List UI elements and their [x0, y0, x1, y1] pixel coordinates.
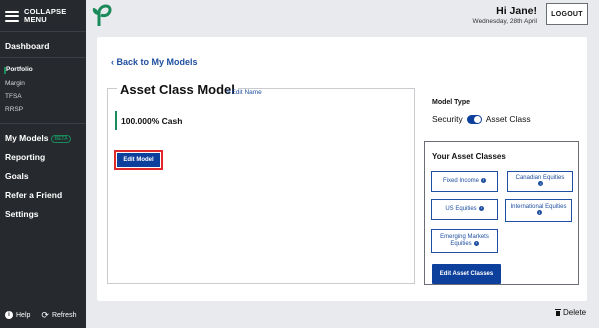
asset-class-label: Fixed Income — [442, 178, 479, 185]
asset-class-chip[interactable]: Emerging Markets Equities i — [431, 229, 498, 253]
allocation-label: 100.000% Cash — [121, 116, 183, 126]
delete-label: Delete — [563, 308, 587, 317]
toggle-label-asset-class: Asset Class — [485, 114, 531, 124]
sidebar-item-tfsa[interactable]: TFSA — [5, 93, 22, 100]
sidebar-item-reporting[interactable]: Reporting — [5, 152, 45, 162]
model-type-toggle[interactable] — [466, 114, 482, 124]
logout-button[interactable]: LOGOUT — [546, 3, 588, 25]
model-type-toggle-row: Security Asset Class — [432, 114, 531, 124]
sidebar-divider — [0, 57, 86, 58]
user-greeting: Hi Jane! Wednesday, 28th April — [473, 5, 537, 25]
hamburger-icon — [5, 10, 19, 22]
sidebar: COLLAPSE MENU Dashboard Portfolio Margin… — [0, 0, 86, 328]
back-to-models-link[interactable]: ‹ Back to My Models — [111, 57, 198, 67]
edit-name-label: Edit Name — [231, 89, 262, 96]
sidebar-item-goals[interactable]: Goals — [5, 171, 29, 181]
help-icon: i — [5, 311, 13, 319]
sidebar-item-portfolio[interactable]: Portfolio — [6, 66, 33, 73]
sidebar-item-my-models-label: My Models — [5, 133, 49, 143]
help-label: Help — [16, 311, 31, 319]
asset-class-chip[interactable]: Fixed Income i — [431, 171, 498, 192]
info-icon[interactable]: i — [481, 177, 486, 184]
refresh-icon: ⟳ — [41, 310, 49, 320]
delete-model-button[interactable]: Delete — [555, 308, 586, 317]
model-title: Asset Class Model — [117, 82, 238, 97]
edit-model-button-highlight: Edit Model — [114, 150, 163, 170]
model-card: ‹ Back to My Models Asset Class Model ✎E… — [97, 37, 587, 301]
sidebar-footer: i Help ⟳ Refresh — [5, 310, 77, 320]
allocation-bar — [115, 111, 117, 130]
greeting-title: Hi Jane! — [496, 5, 537, 17]
asset-class-chip[interactable]: US Equities i — [431, 199, 498, 220]
info-icon[interactable]: i — [537, 210, 542, 216]
sidebar-item-settings[interactable]: Settings — [5, 209, 39, 219]
back-link-label: Back to My Models — [116, 57, 198, 67]
asset-class-chip[interactable]: International Equitiesi — [505, 199, 572, 222]
sidebar-divider — [0, 31, 86, 32]
sidebar-divider — [0, 123, 86, 124]
info-icon[interactable]: i — [538, 181, 544, 187]
info-icon[interactable]: i — [473, 240, 479, 246]
current-date: Wednesday, 28th April — [472, 18, 537, 25]
edit-model-button[interactable]: Edit Model — [117, 153, 160, 167]
collapse-menu-label: COLLAPSE MENU — [24, 7, 67, 24]
refresh-label: Refresh — [51, 311, 77, 319]
sidebar-item-rrsp[interactable]: RRSP — [5, 106, 23, 113]
edit-name-link[interactable]: ✎Edit Name — [226, 88, 262, 96]
asset-class-chip[interactable]: Canadian Equities i — [507, 171, 573, 192]
model-type-label: Model Type — [432, 99, 470, 106]
your-asset-classes-panel: Your Asset Classes Fixed Income i Canadia… — [424, 141, 579, 285]
info-icon[interactable]: i — [478, 205, 484, 212]
edit-asset-classes-button[interactable]: Edit Asset Classes — [432, 264, 501, 284]
refresh-button[interactable]: ⟳ Refresh — [41, 310, 77, 320]
sidebar-item-refer-a-friend[interactable]: Refer a Friend — [5, 190, 62, 200]
beta-badge: BETA — [51, 134, 71, 143]
help-button[interactable]: i Help — [5, 311, 30, 319]
sprout-logo-icon[interactable] — [90, 3, 112, 27]
sidebar-item-dashboard[interactable]: Dashboard — [5, 41, 49, 51]
sidebar-item-my-models[interactable]: My Models BETA — [5, 133, 71, 143]
sidebar-item-margin[interactable]: Margin — [5, 80, 25, 87]
asset-class-label: Emerging Markets Equities — [440, 234, 489, 248]
asset-class-label: US Equities — [445, 206, 477, 213]
toggle-label-security: Security — [432, 114, 463, 124]
trash-icon — [555, 309, 561, 316]
collapse-menu-button[interactable]: COLLAPSE MENU — [5, 8, 66, 24]
asset-classes-title: Your Asset Classes — [432, 152, 506, 161]
